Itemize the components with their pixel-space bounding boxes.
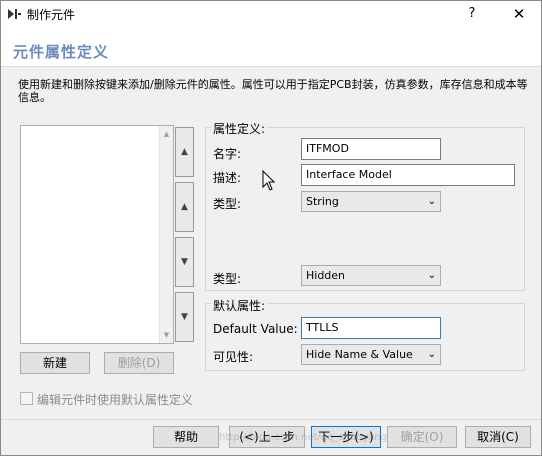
dialog-window: 制作元件 ? ✕ 元件属性定义 使用新建和删除按键来添加/删除元件的属性。属性可… [0,0,542,456]
visibility-select-value: Hide Name & Value [306,348,413,361]
text-cursor-icon [262,170,276,191]
visibility-label: 可见性: [213,350,254,364]
title-bar: 制作元件 ? ✕ [1,1,541,27]
watermark: http://blog.csdn.net/qq_shaoyang [219,432,387,443]
page-title: 元件属性定义 [13,43,110,61]
page-description: 使用新建和删除按键来添加/删除元件的属性。属性可以用于指定PCB封装，仿真参数，… [18,78,528,104]
move-down-button[interactable]: ▼ [175,237,194,287]
type-select[interactable]: String ⌄ [301,191,441,212]
up-arrow-icon: ▲ [181,202,188,212]
close-button[interactable]: ✕ [497,1,541,27]
type-select-value: String [306,195,339,208]
default-attribute-heading: 默认属性: [211,297,268,314]
type-select-2-value: Hidden [306,269,346,282]
double-down-arrow-icon: ▼ [181,312,188,322]
description-label: 描述: [213,171,242,185]
app-icon [8,9,21,19]
default-value-field[interactable]: TTLLS [301,317,441,339]
description-field[interactable]: Interface Model [301,164,515,186]
chevron-down-icon: ⌄ [427,270,436,281]
help-button[interactable]: 帮助 [153,426,219,448]
double-up-arrow-icon: ▲ [181,147,188,157]
help-title-button[interactable]: ? [455,1,489,27]
move-to-top-button[interactable]: ▲ [175,127,194,177]
use-default-checkbox[interactable] [20,392,33,405]
type-label: 类型: [213,197,242,211]
window-title: 制作元件 [27,8,76,22]
scroll-up-icon[interactable]: ▲ [160,127,173,141]
cancel-button[interactable]: 取消(C) [465,426,531,448]
attribute-definition-heading: 属性定义: [211,120,268,137]
down-arrow-icon: ▼ [181,257,188,267]
use-default-checkbox-label: 编辑元件时使用默认属性定义 [37,393,194,407]
attribute-list[interactable]: ▲ ▼ [20,125,174,344]
scroll-down-icon[interactable]: ▼ [160,328,173,342]
move-up-button[interactable]: ▲ [175,182,194,232]
visibility-select[interactable]: Hide Name & Value ⌄ [301,344,441,365]
type-label-2: 类型: [213,272,242,286]
chevron-down-icon: ⌄ [427,196,436,207]
new-button[interactable]: 新建 [20,352,90,374]
default-value-label: Default Value: [213,322,298,336]
type-select-2[interactable]: Hidden ⌄ [301,265,441,286]
name-field[interactable]: ITFMOD [301,138,441,160]
footer-divider [1,419,541,420]
move-to-bottom-button[interactable]: ▼ [175,292,194,342]
chevron-down-icon: ⌄ [427,349,436,360]
list-scrollbar[interactable]: ▲ ▼ [159,126,173,343]
delete-button[interactable]: 删除(D) [104,352,174,374]
ok-button[interactable]: 确定(O) [387,426,457,448]
name-label: 名字: [213,147,242,161]
